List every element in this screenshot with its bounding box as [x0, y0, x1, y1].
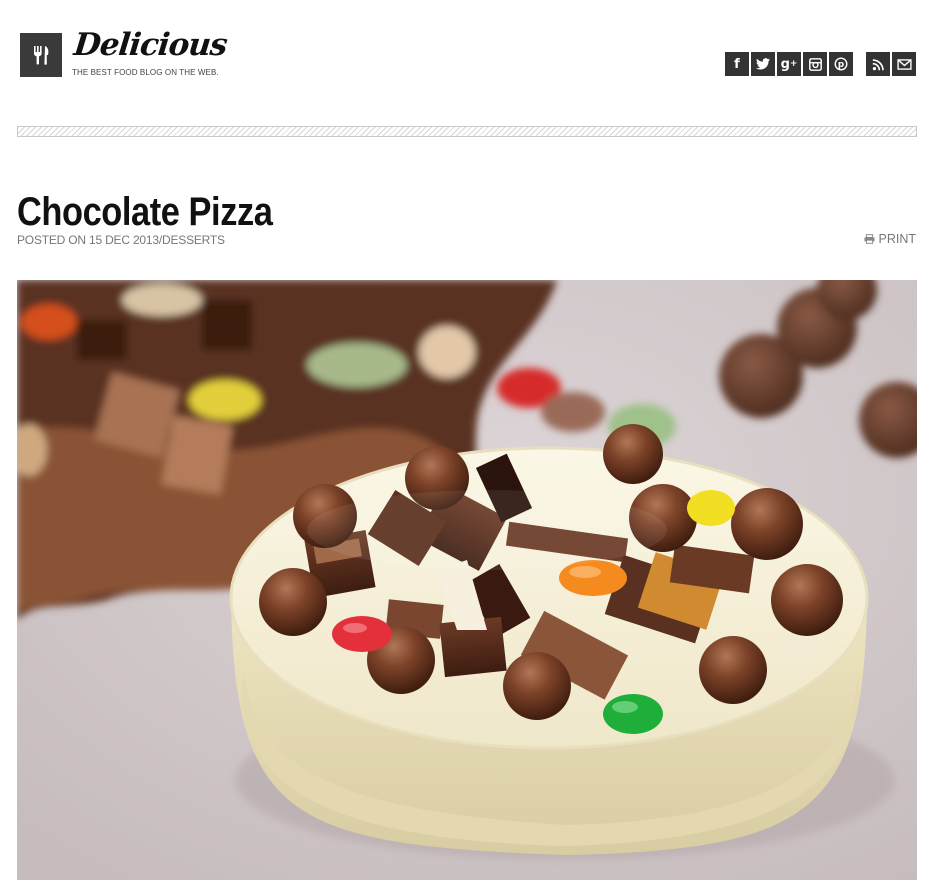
svg-text:p: p: [838, 60, 844, 70]
feed-links: [866, 52, 916, 76]
site-name[interactable]: Delicious: [72, 27, 228, 63]
post-meta: POSTED ON 15 DEC 2013/DESSERTS: [17, 233, 225, 247]
site-tagline: THE BEST FOOD BLOG ON THE WEB.: [72, 68, 219, 77]
rss-icon[interactable]: [866, 52, 890, 76]
print-button[interactable]: PRINT: [863, 232, 917, 246]
featured-image: [17, 280, 917, 880]
header-divider: [17, 126, 917, 137]
printer-icon: [863, 234, 875, 244]
google-plus-icon[interactable]: g +: [777, 52, 801, 76]
email-icon[interactable]: [892, 52, 916, 76]
post-title: Chocolate Pizza: [17, 190, 273, 234]
instagram-icon[interactable]: [803, 52, 827, 76]
pinterest-icon[interactable]: p: [829, 52, 853, 76]
social-links: f g + p: [725, 52, 853, 76]
fork-knife-icon: [34, 46, 49, 65]
print-label: PRINT: [878, 232, 917, 246]
logo-icon-box[interactable]: [20, 33, 62, 77]
twitter-icon[interactable]: [751, 52, 775, 76]
facebook-icon[interactable]: f: [725, 52, 749, 76]
